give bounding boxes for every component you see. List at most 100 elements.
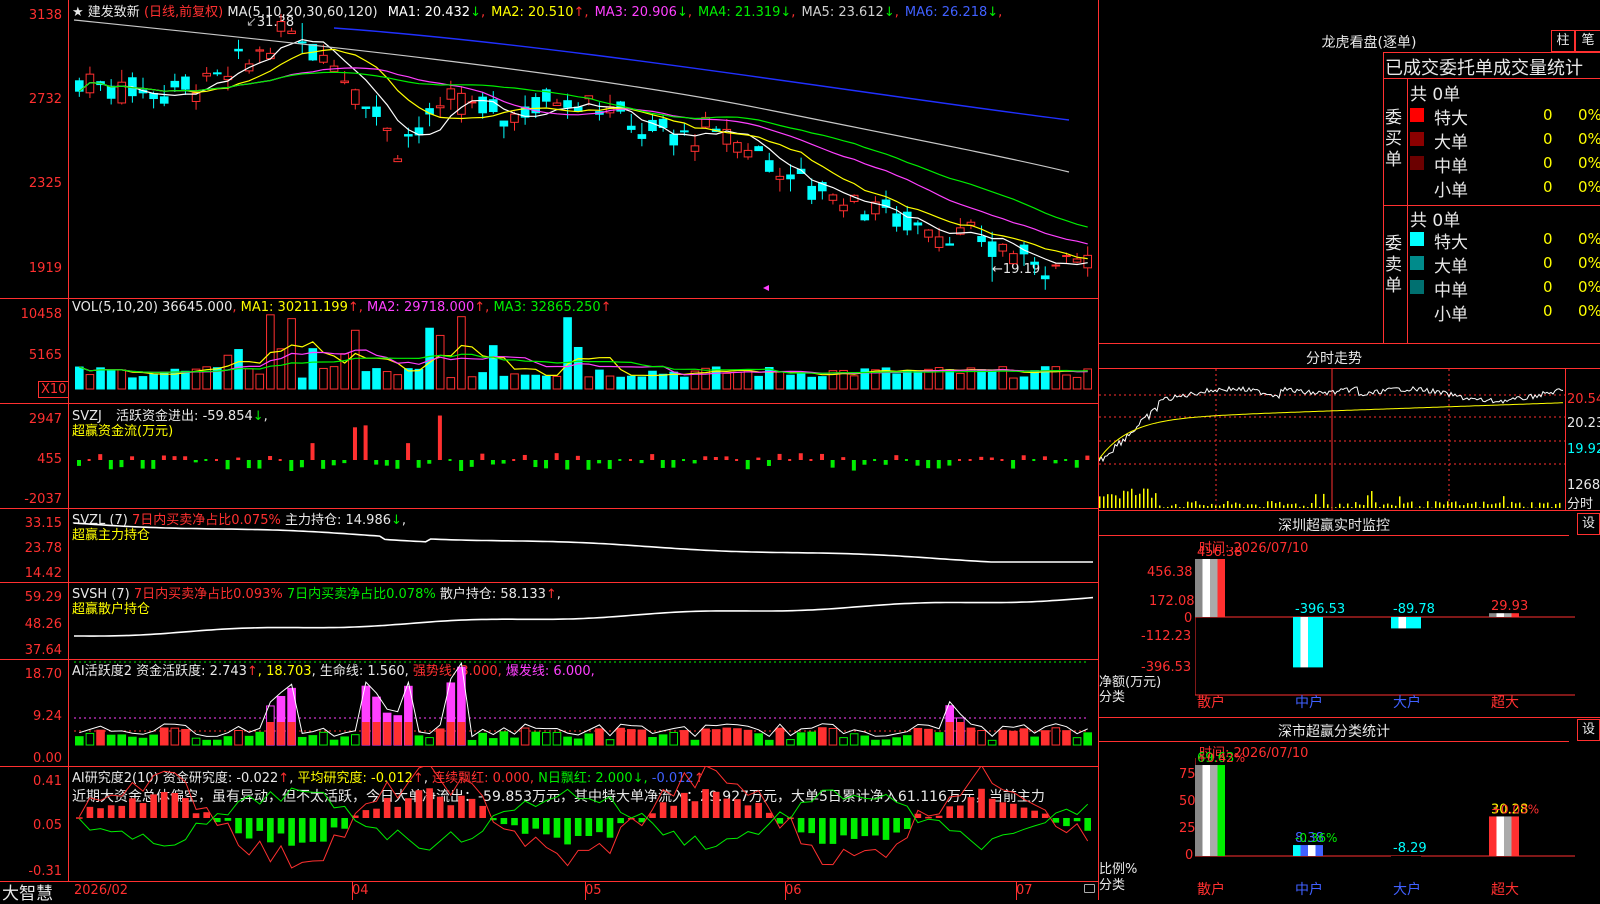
svzj-bar [183, 456, 187, 460]
svzj-chart[interactable] [69, 404, 1098, 508]
szc-bar [1195, 765, 1203, 856]
ai-active-bar [341, 737, 349, 745]
main-chart-area[interactable]: ★ 建发致新 (日线,前复权) MA(5,10,20,30,60,120) MA… [0, 0, 1099, 900]
ai-active-bar [1063, 731, 1071, 745]
intraday-vol-bar [1259, 507, 1261, 508]
ai-active-bar [606, 740, 614, 745]
intraday-vol-bar [1159, 505, 1161, 508]
ai-research-bar [299, 818, 306, 843]
volume-bar [139, 377, 147, 389]
intraday-vol-bar [1195, 501, 1197, 508]
svzj-bar [555, 453, 559, 460]
intraday-vol-bar [1347, 504, 1349, 508]
svzj-bar [1011, 460, 1015, 469]
ai-research-bar [830, 818, 837, 844]
ma4-line [79, 72, 1087, 227]
volume-bar [1010, 378, 1018, 389]
buy-swatch [1410, 156, 1424, 170]
ai-research-bar [946, 806, 953, 818]
szm-bar [1406, 617, 1414, 628]
ai-active-bar [659, 735, 667, 745]
svzl-axis-1: 23.78 [0, 541, 62, 556]
sz-monitor-settings-button[interactable]: 设 [1577, 513, 1600, 535]
candle [458, 93, 466, 114]
intraday-vol-bar [1343, 507, 1345, 508]
intraday-panel[interactable]: 分时走势 20.54 20.23 19.92 1268 分时 [1099, 344, 1600, 511]
sell-count: 0 [1543, 302, 1553, 320]
candle [744, 150, 752, 157]
candle [277, 22, 285, 32]
ai-active-bar [192, 738, 200, 745]
volume-bar [776, 372, 784, 389]
sz-monitor-chart[interactable]: 456.38散户-396.53中户-89.78大户29.93超大 [1195, 547, 1600, 717]
ma1-line [79, 40, 1087, 265]
volume-bar [585, 377, 593, 389]
svzj-bar [438, 416, 442, 460]
candle [808, 186, 816, 199]
x-axis-label-3: 06 [785, 883, 802, 898]
intraday-title: 分时走势 [1099, 348, 1569, 368]
buy-pct: 0% [1578, 178, 1600, 196]
intraday-vol-bar [1327, 504, 1329, 508]
intraday-vol-bar [1299, 507, 1301, 508]
svzj-dot [682, 459, 685, 461]
intraday-vol-bar [1183, 507, 1185, 508]
volume-bar [521, 375, 529, 389]
svzl-chart[interactable] [69, 509, 1098, 582]
candlestick-chart[interactable] [69, 0, 1098, 298]
ai-active-bar [351, 735, 359, 745]
intraday-vol-bar [1171, 506, 1173, 508]
intraday-vol-bar [1403, 504, 1405, 508]
volume-bar [97, 368, 105, 389]
svzj-bar [714, 457, 718, 460]
svzj-bar [130, 456, 134, 460]
candle [553, 103, 561, 106]
intraday-vol-bar [1235, 503, 1237, 508]
sz-monitor-title: 深圳超赢实时监控 [1099, 515, 1569, 535]
ai-research-bar [341, 818, 348, 829]
intraday-vol-bar [1227, 501, 1229, 508]
candle [86, 74, 94, 93]
ai-active-bar [500, 732, 508, 745]
svsh-chart[interactable] [69, 583, 1098, 659]
candle [511, 114, 519, 122]
volume-bar [330, 367, 338, 389]
svzj-bar [459, 460, 463, 471]
volume-chart[interactable] [69, 299, 1098, 403]
intraday-vol-bar [1351, 507, 1353, 508]
szc-bar [1414, 856, 1422, 867]
buy-name: 中单 [1434, 152, 1468, 177]
ai-active-bar [76, 737, 84, 745]
volume-bar [415, 369, 423, 389]
ai-active-chart[interactable] [69, 660, 1098, 766]
volume-bar [765, 368, 773, 389]
szc-bar [1203, 765, 1211, 856]
svzj-dot [1064, 459, 1067, 461]
sz-class-title: 深市超赢分类统计 [1099, 721, 1569, 741]
intraday-chart[interactable] [1099, 369, 1565, 510]
intraday-price-line [1099, 387, 1563, 461]
volume-bar [808, 377, 816, 389]
ai-research-bar [140, 803, 147, 818]
sz-class-chart[interactable]: 69.63+0.42%散户8.38-0.36%中户-8.29大户30.28+0.… [1195, 748, 1600, 900]
volume-bar [436, 335, 444, 389]
bar-mode-button[interactable]: 柱 [1551, 30, 1575, 52]
intraday-vol-bar [1191, 503, 1193, 508]
ai-active-bar [479, 733, 487, 745]
svzj-bar [746, 460, 750, 469]
volume-bar [245, 369, 253, 389]
ai-active-bar [129, 737, 137, 745]
lock-icon[interactable] [1084, 884, 1095, 893]
ai-research-bar [681, 793, 688, 818]
ai-research-chart[interactable] [69, 767, 1098, 881]
svzj-bar [109, 460, 113, 469]
sz-class-settings-button[interactable]: 设 [1577, 719, 1600, 741]
x-axis-label-1: 04 [352, 883, 369, 898]
ai-research-bar [1031, 811, 1038, 818]
ai-active-bar [861, 736, 869, 745]
ai-research-bar [437, 797, 444, 818]
intraday-vol-bar [1107, 494, 1109, 508]
ai-research-axis-2: -0.31 [0, 864, 62, 879]
ai-active-bar [564, 737, 572, 745]
tick-mode-button[interactable]: 笔 [1575, 30, 1600, 52]
